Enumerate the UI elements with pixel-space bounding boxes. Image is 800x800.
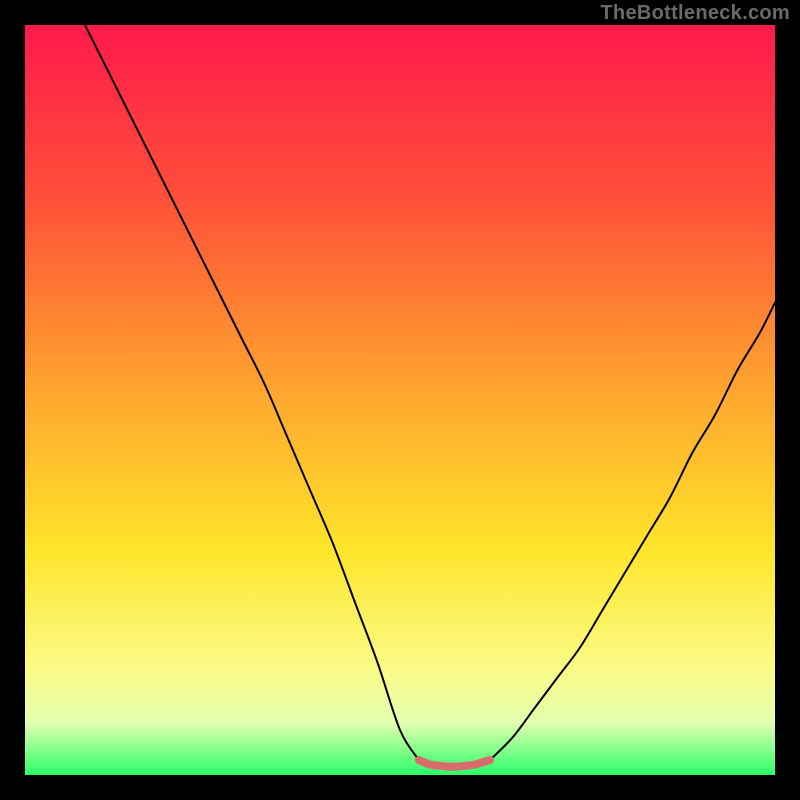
bottleneck-chart [25,25,775,775]
chart-svg [25,25,775,775]
chart-background [25,25,775,775]
watermark-text: TheBottleneck.com [600,2,790,25]
